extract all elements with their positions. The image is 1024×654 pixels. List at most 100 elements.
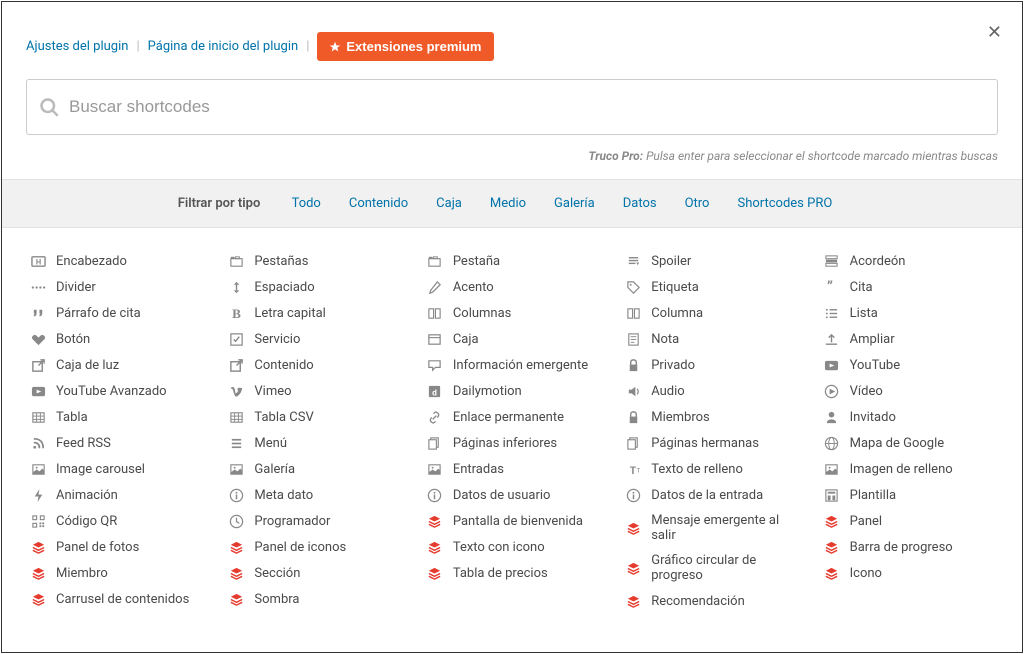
shortcode-item[interactable]: Páginas inferiores [413, 430, 611, 456]
shortcode-label: Plantilla [850, 488, 896, 503]
filter-datos[interactable]: Datos [623, 196, 657, 211]
shortcode-item[interactable]: Dailymotion [413, 378, 611, 404]
shortcode-item[interactable]: Panel de fotos [16, 534, 214, 560]
shortcode-item[interactable]: Sección [214, 560, 412, 586]
plugin-home-link[interactable]: Página de inicio del plugin [148, 39, 299, 54]
list-icon [824, 305, 840, 321]
shortcode-item[interactable]: Panel [810, 508, 1008, 534]
shortcode-item[interactable]: Columnas [413, 300, 611, 326]
shortcode-item[interactable]: Entradas [413, 456, 611, 482]
shortcode-item[interactable]: Acordeón [810, 248, 1008, 274]
shortcode-item[interactable]: Caja [413, 326, 611, 352]
shortcode-label: Privado [651, 358, 695, 373]
shortcode-item[interactable]: Tabla CSV [214, 404, 412, 430]
expand-icon [824, 331, 840, 347]
shortcode-item[interactable]: Barra de progreso [810, 534, 1008, 560]
search-box[interactable] [26, 79, 998, 135]
shortcode-item[interactable]: Meta dato [214, 482, 412, 508]
shortcode-item[interactable]: Contenido [214, 352, 412, 378]
shortcode-item[interactable]: Feed RSS [16, 430, 214, 456]
shortcode-item[interactable]: Privado [611, 352, 809, 378]
lock-icon [625, 357, 641, 373]
shortcode-item[interactable]: Mensaje emergente al salir [611, 508, 809, 548]
shortcode-item[interactable]: Programador [214, 508, 412, 534]
shortcode-label: Carrusel de contenidos [56, 592, 189, 607]
shortcode-item[interactable]: Espaciado [214, 274, 412, 300]
shortcode-item[interactable]: Pestaña [413, 248, 611, 274]
layers-icon [824, 513, 840, 529]
shortcode-item[interactable]: Texto con icono [413, 534, 611, 560]
shortcode-item[interactable]: Gráfico circular de progreso [611, 548, 809, 588]
shortcode-item[interactable]: Columna [611, 300, 809, 326]
shortcode-item[interactable]: Recomendación [611, 588, 809, 614]
shortcode-item[interactable]: Tabla de precios [413, 560, 611, 586]
close-button[interactable]: ✕ [987, 22, 1002, 43]
shortcode-item[interactable]: Nota [611, 326, 809, 352]
filter-galería[interactable]: Galería [554, 196, 595, 211]
shortcode-item[interactable]: Imagen de relleno [810, 456, 1008, 482]
plugin-settings-link[interactable]: Ajustes del plugin [26, 39, 128, 54]
shortcode-item[interactable]: Enlace permanente [413, 404, 611, 430]
shortcode-label: Animación [56, 488, 118, 503]
shortcode-item[interactable]: Cita [810, 274, 1008, 300]
shortcode-item[interactable]: Mapa de Google [810, 430, 1008, 456]
shortcode-item[interactable]: Sombra [214, 586, 412, 612]
shortcode-item[interactable]: Invitado [810, 404, 1008, 430]
shortcode-item[interactable]: Etiqueta [611, 274, 809, 300]
shortcode-item[interactable]: Icono [810, 560, 1008, 586]
shortcode-item[interactable]: Image carousel [16, 456, 214, 482]
premium-extensions-button[interactable]: Extensiones premium [317, 32, 493, 61]
shortcode-item[interactable]: Spoiler [611, 248, 809, 274]
youtube-icon [30, 383, 46, 399]
shortcode-item[interactable]: Vimeo [214, 378, 412, 404]
shortcode-item[interactable]: Encabezado [16, 248, 214, 274]
shortcode-item[interactable]: Panel de iconos [214, 534, 412, 560]
note-icon [625, 331, 641, 347]
shortcode-item[interactable]: Plantilla [810, 482, 1008, 508]
shortcode-item[interactable]: Animación [16, 482, 214, 508]
shortcode-item[interactable]: Miembro [16, 560, 214, 586]
shortcode-item[interactable]: Datos de la entrada [611, 482, 809, 508]
shortcode-label: Panel de iconos [254, 540, 346, 555]
shortcode-item[interactable]: Acento [413, 274, 611, 300]
shortcode-item[interactable]: Vídeo [810, 378, 1008, 404]
filter-todo[interactable]: Todo [292, 196, 321, 211]
layers-icon [30, 591, 46, 607]
shortcode-item[interactable]: Tabla [16, 404, 214, 430]
shortcode-item[interactable]: Código QR [16, 508, 214, 534]
filter-shortcodes-pro[interactable]: Shortcodes PRO [737, 196, 832, 211]
shortcode-item[interactable]: Pestañas [214, 248, 412, 274]
shortcode-item[interactable]: Párrafo de cita [16, 300, 214, 326]
shortcode-item[interactable]: Menú [214, 430, 412, 456]
texticon-icon [625, 461, 641, 477]
shortcode-item[interactable]: Lista [810, 300, 1008, 326]
shortcode-item[interactable]: Galería [214, 456, 412, 482]
shortcode-item[interactable]: Datos de usuario [413, 482, 611, 508]
filter-contenido[interactable]: Contenido [349, 196, 408, 211]
filter-medio[interactable]: Medio [490, 196, 526, 211]
shortcode-label: Gráfico circular de progreso [651, 553, 795, 583]
shortcode-item[interactable]: YouTube [810, 352, 1008, 378]
shortcode-item[interactable]: Páginas hermanas [611, 430, 809, 456]
filter-caja[interactable]: Caja [436, 196, 462, 211]
column-2: PestañaAcentoColumnasCajaInformación eme… [413, 248, 611, 614]
shortcode-item[interactable]: YouTube Avanzado [16, 378, 214, 404]
shortcode-item[interactable]: Letra capital [214, 300, 412, 326]
shortcode-item[interactable]: Caja de luz [16, 352, 214, 378]
shortcode-item[interactable]: Ampliar [810, 326, 1008, 352]
pages-icon [625, 435, 641, 451]
shortcode-item[interactable]: Servicio [214, 326, 412, 352]
shortcode-item[interactable]: Carrusel de contenidos [16, 586, 214, 612]
shortcode-item[interactable]: Miembros [611, 404, 809, 430]
shortcode-label: Código QR [56, 514, 117, 529]
shortcode-item[interactable]: Audio [611, 378, 809, 404]
filter-otro[interactable]: Otro [685, 196, 710, 211]
filter-label: Filtrar por tipo [178, 196, 261, 211]
shortcode-item[interactable]: Divider [16, 274, 214, 300]
shortcode-item[interactable]: Información emergente [413, 352, 611, 378]
info-icon [427, 487, 443, 503]
search-input[interactable] [69, 97, 985, 117]
shortcode-item[interactable]: Botón [16, 326, 214, 352]
shortcode-item[interactable]: Pantalla de bienvenida [413, 508, 611, 534]
shortcode-item[interactable]: Texto de relleno [611, 456, 809, 482]
